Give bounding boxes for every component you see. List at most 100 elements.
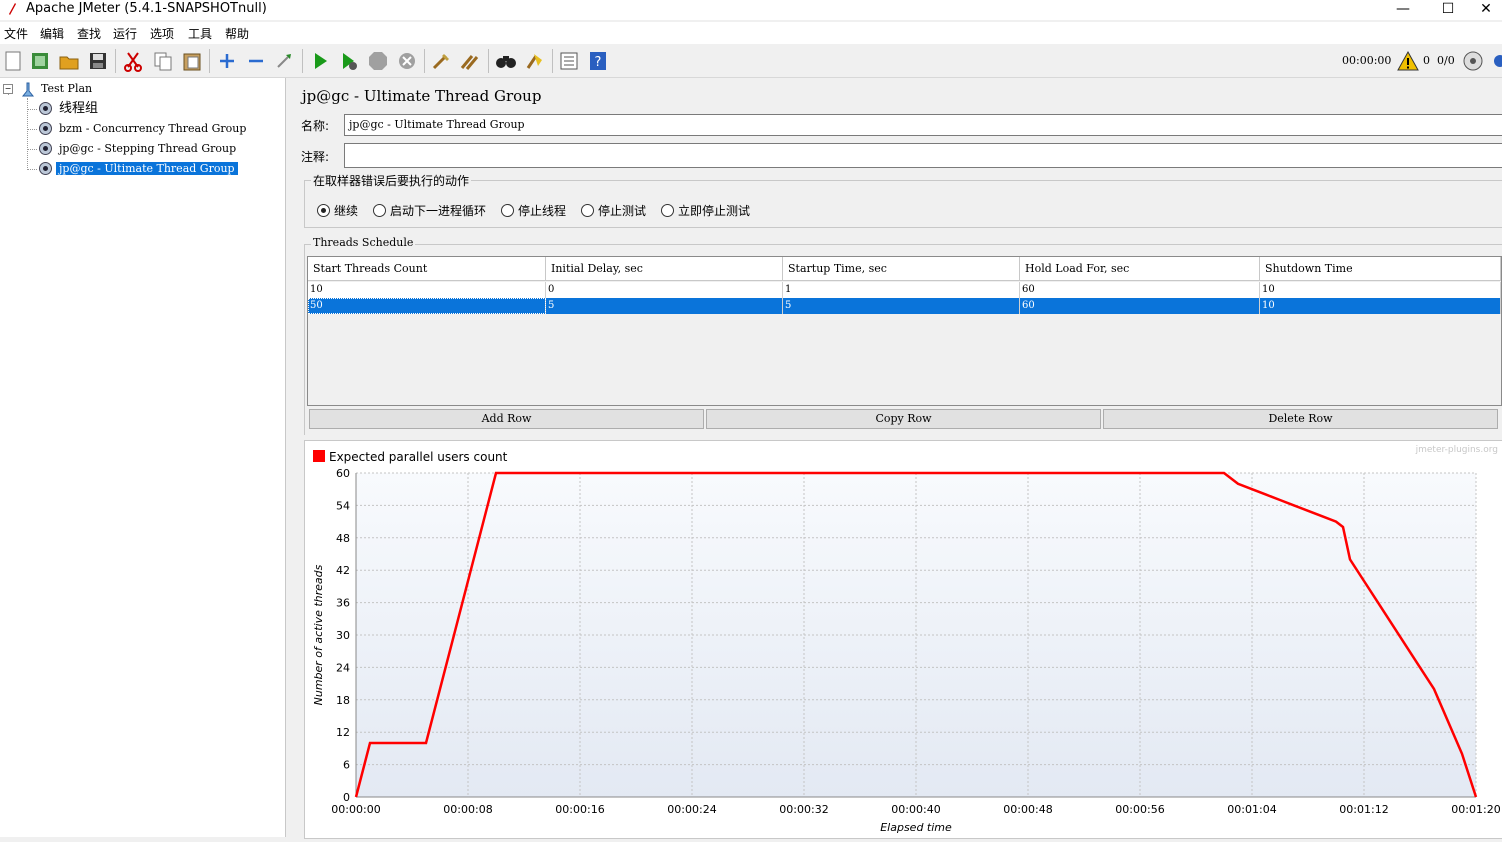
column-header[interactable]: Startup Time, sec [783, 257, 1020, 281]
log-icon[interactable] [1490, 50, 1502, 72]
column-header[interactable]: Hold Load For, sec [1020, 257, 1260, 281]
delete-row-button[interactable]: Delete Row [1103, 409, 1498, 429]
menu-options[interactable]: 选项 [150, 25, 174, 42]
thread-group-gear-icon [39, 162, 52, 175]
toggle-icon[interactable] [274, 50, 296, 72]
templates-icon[interactable] [29, 50, 51, 72]
menu-file[interactable]: 文件 [4, 25, 28, 42]
panel-title: jp@gc - Ultimate Thread Group [302, 87, 542, 105]
minimize-button[interactable]: — [1380, 0, 1426, 20]
radio-start-next-loop[interactable]: 启动下一进程循环 [373, 202, 486, 219]
column-header[interactable]: Initial Delay, sec [546, 257, 783, 281]
table-cell[interactable]: 10 [1260, 282, 1501, 298]
toolbar-separator [424, 49, 425, 73]
y-tick-label: 54 [336, 499, 350, 512]
tree-node-stepping-thread-group[interactable]: jp@gc - Stepping Thread Group [56, 140, 239, 158]
menu-edit[interactable]: 编辑 [40, 25, 64, 42]
column-header[interactable]: Start Threads Count [308, 257, 546, 281]
column-header[interactable]: Shutdown Time [1260, 257, 1501, 281]
start-no-pause-icon[interactable] [338, 50, 360, 72]
radio-stop-test-now[interactable]: 立即停止测试 [661, 202, 750, 219]
window-titlebar: Apache JMeter (5.4.1-SNAPSHOTnull) — ☐ ✕ [0, 0, 1502, 20]
toolbar: ? 00:00:00 0 0/0 [0, 45, 1502, 78]
legend-swatch [313, 450, 325, 462]
toolbar-separator [552, 49, 553, 73]
save-icon[interactable] [87, 50, 109, 72]
test-plan-icon [21, 82, 35, 97]
help-icon[interactable]: ? [587, 50, 609, 72]
open-icon[interactable] [58, 50, 80, 72]
y-axis-label: Number of active threads [312, 564, 325, 705]
tree-node-concurrency-thread-group[interactable]: bzm - Concurrency Thread Group [56, 120, 249, 138]
tree-node-ultimate-thread-group[interactable]: jp@gc - Ultimate Thread Group [56, 160, 238, 178]
collapse-toggle[interactable]: − [3, 84, 13, 94]
chart-svg: 06121824303642485460 00:00:00 00:00:08 00:… [312, 445, 1501, 834]
copy-row-button[interactable]: Copy Row [706, 409, 1101, 429]
y-tick-label: 36 [336, 597, 350, 610]
expected-users-chart: 0 6 12 18 24 30 36 42 48 54 60 00:00:00 00:00:08 00:… [304, 440, 1502, 839]
stop-icon[interactable] [367, 50, 389, 72]
maximize-button[interactable]: ☐ [1425, 0, 1471, 20]
table-cell[interactable]: 1 [783, 282, 1020, 298]
start-icon[interactable] [309, 50, 331, 72]
y-tick-label: 30 [336, 629, 350, 642]
collapse-icon[interactable] [245, 50, 267, 72]
jmeter-feather-icon [9, 3, 16, 15]
clear-icon[interactable] [430, 50, 452, 72]
menu-tools[interactable]: 工具 [188, 25, 212, 42]
radio-stop-test[interactable]: 停止测试 [581, 202, 646, 219]
x-tick-label: 00:00:32 [779, 803, 828, 816]
comment-label: 注释: [301, 150, 330, 164]
thread-group-gear-icon [39, 102, 52, 115]
warning-icon[interactable] [1397, 50, 1419, 72]
table-cell[interactable]: 0 [546, 282, 783, 298]
table-cell[interactable]: 5 [546, 298, 783, 314]
add-row-button[interactable]: Add Row [309, 409, 704, 429]
menu-run[interactable]: 运行 [113, 25, 137, 42]
y-tick-label: 24 [336, 661, 350, 674]
y-tick-label: 12 [336, 726, 350, 739]
close-button[interactable]: ✕ [1470, 0, 1502, 20]
x-tick-label: 00:01:20 [1451, 803, 1500, 816]
search-icon[interactable] [495, 50, 517, 72]
toolbar-separator [488, 49, 489, 73]
toolbar-separator [302, 49, 303, 73]
comment-field[interactable] [344, 143, 1502, 168]
copy-icon[interactable] [152, 50, 174, 72]
active-threads-count: 0/0 [1437, 54, 1455, 67]
table-cell[interactable]: 10 [1260, 298, 1501, 314]
x-tick-label: 00:00:40 [891, 803, 940, 816]
expand-icon[interactable] [216, 50, 238, 72]
x-tick-label: 00:00:00 [331, 803, 380, 816]
x-axis-label: Elapsed time [880, 821, 952, 834]
menu-search[interactable]: 查找 [77, 25, 101, 42]
thread-group-gear-icon [39, 142, 52, 155]
table-cell[interactable]: 5 [783, 298, 1020, 314]
radio-continue[interactable]: 继续 [317, 202, 358, 219]
reset-search-icon[interactable] [524, 50, 546, 72]
tree-node-test-plan[interactable]: Test Plan [38, 80, 95, 98]
table-cell[interactable]: 50 [308, 298, 546, 314]
shutdown-icon[interactable] [396, 50, 418, 72]
new-icon[interactable] [2, 50, 24, 72]
table-cell[interactable]: 10 [308, 282, 546, 298]
remote-icon[interactable] [1462, 50, 1484, 72]
x-tick-label: 00:01:12 [1339, 803, 1388, 816]
table-cell[interactable]: 60 [1020, 282, 1260, 298]
tree-node-thread-group[interactable]: 线程组 [56, 100, 101, 118]
table-cell[interactable]: 60 [1020, 298, 1260, 314]
radio-stop-thread[interactable]: 停止线程 [501, 202, 566, 219]
cut-icon[interactable] [122, 50, 144, 72]
name-field[interactable]: jp@gc - Ultimate Thread Group [344, 114, 1502, 136]
y-tick-label: 6 [343, 759, 350, 772]
clear-all-icon[interactable] [459, 50, 481, 72]
menu-help[interactable]: 帮助 [225, 25, 249, 42]
paste-icon[interactable] [181, 50, 203, 72]
watermark: jmeter-plugins.org [1415, 445, 1498, 455]
x-tick-label: 00:00:48 [1003, 803, 1052, 816]
function-helper-icon[interactable] [558, 50, 580, 72]
pane-splitter[interactable] [286, 78, 294, 837]
x-tick-label: 00:00:08 [443, 803, 492, 816]
error-action-group: 在取样器错误后要执行的动作 继续 启动下一进程循环 停止线程 停止测试 立即停止… [304, 172, 1502, 228]
thread-group-gear-icon [39, 122, 52, 135]
